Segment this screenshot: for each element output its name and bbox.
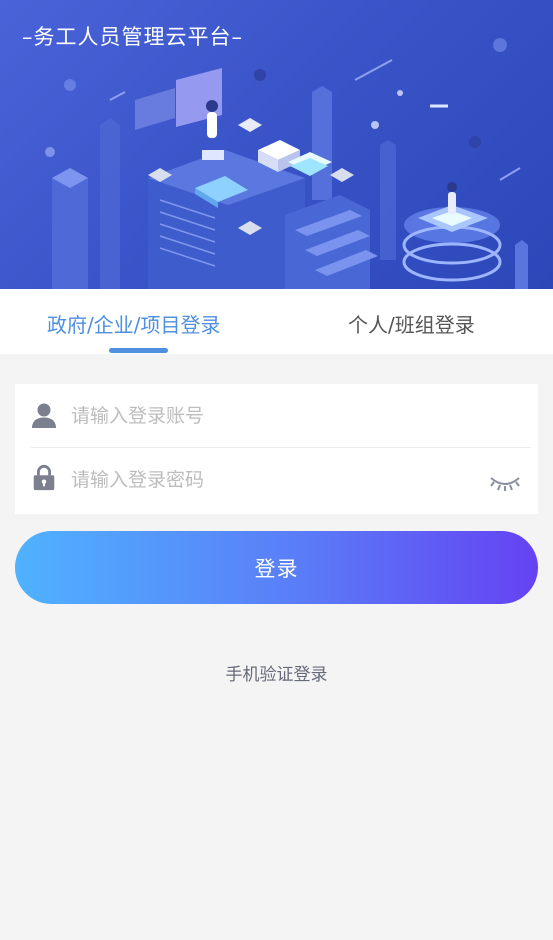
password-input[interactable] bbox=[71, 460, 471, 500]
app-title: –务工人员管理云平台– bbox=[22, 25, 243, 49]
hero-banner: –务工人员管理云平台– bbox=[0, 0, 553, 289]
password-field bbox=[15, 448, 538, 512]
tab-personal-team[interactable]: 个人/班组登录 bbox=[348, 309, 475, 338]
eye-closed-icon[interactable] bbox=[489, 474, 521, 492]
sms-verification-login-link[interactable]: 手机验证登录 bbox=[0, 660, 553, 685]
login-form bbox=[15, 384, 538, 514]
user-icon bbox=[32, 403, 56, 428]
account-field bbox=[15, 384, 538, 448]
tab-government-enterprise-project[interactable]: 政府/企业/项目登录 bbox=[47, 309, 220, 338]
login-page: –务工人员管理云平台– 政府/企业/项目登录 个人/班组登录 请输入登录账号 登… bbox=[0, 0, 553, 940]
login-type-tabs: 政府/企业/项目登录 个人/班组登录 bbox=[0, 289, 553, 354]
login-button[interactable]: 登录 bbox=[15, 531, 538, 604]
active-tab-indicator bbox=[109, 348, 168, 353]
account-input[interactable] bbox=[71, 396, 471, 436]
lock-icon bbox=[33, 465, 55, 491]
